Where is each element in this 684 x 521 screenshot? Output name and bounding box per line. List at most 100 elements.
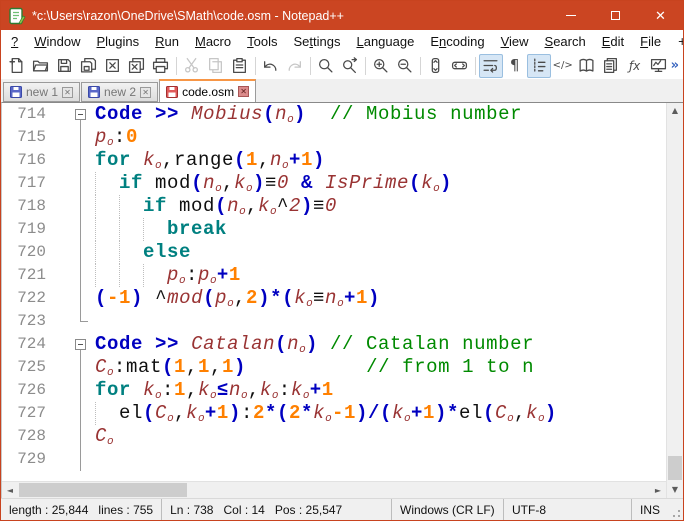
menu-item-tools[interactable]: Tools <box>239 32 285 51</box>
menu-item-window[interactable]: Window <box>26 32 88 51</box>
menu-item-file[interactable]: File <box>632 32 669 51</box>
scroll-right-arrow-icon[interactable]: ► <box>650 482 666 498</box>
find-button[interactable] <box>314 54 338 78</box>
line-number[interactable]: 718 <box>2 195 50 218</box>
line-number[interactable]: 726 <box>2 379 50 402</box>
indent-guide-line <box>95 218 96 241</box>
line-number[interactable]: 725 <box>2 356 50 379</box>
close-window-button[interactable]: ✕ <box>638 1 683 30</box>
line-number[interactable]: 729 <box>2 448 50 471</box>
zoom-in-button[interactable] <box>369 54 393 78</box>
user-language-button[interactable]: </> <box>551 54 575 78</box>
new-file-button[interactable] <box>5 54 29 78</box>
code-text[interactable]: for ko,range(1,no+1) <box>90 149 666 172</box>
code-text[interactable]: Co:mat(1,1,1) // from 1 to n <box>90 356 666 379</box>
status-encoding[interactable]: UTF-8 <box>503 499 631 520</box>
line-number[interactable]: 717 <box>2 172 50 195</box>
undo-button[interactable] <box>259 54 283 78</box>
doc-list-button[interactable] <box>599 54 623 78</box>
menu-item-language[interactable]: Language <box>348 32 422 51</box>
close-button[interactable] <box>101 54 125 78</box>
horizontal-scrollbar[interactable]: ◄ ► <box>2 481 666 498</box>
new-tab-button[interactable]: + <box>669 33 684 49</box>
line-number[interactable]: 722 <box>2 287 50 310</box>
show-all-chars-button[interactable]: ¶ <box>503 54 527 78</box>
scroll-down-arrow-icon[interactable]: ▼ <box>667 482 683 498</box>
tab-new-2[interactable]: new 2✕ <box>81 82 158 102</box>
code-text[interactable]: if mod(no,ko^2)≡0 <box>90 195 666 218</box>
doc-map-button[interactable] <box>575 54 599 78</box>
line-number[interactable]: 723 <box>2 310 50 333</box>
status-eol-format[interactable]: Windows (CR LF) <box>391 499 503 520</box>
code-text[interactable]: (-1) ^mod(po,2)*(ko≡no+1) <box>90 287 666 310</box>
code-text[interactable]: else <box>90 241 666 264</box>
menu-item-search[interactable]: Search <box>537 32 594 51</box>
fold-margin[interactable] <box>50 103 90 126</box>
fold-margin[interactable] <box>50 333 90 356</box>
maximize-button[interactable] <box>593 1 638 30</box>
line-number[interactable]: 728 <box>2 425 50 448</box>
code-text[interactable] <box>90 310 666 333</box>
code-text[interactable]: Co <box>90 425 666 448</box>
fold-collapse-icon[interactable] <box>75 109 86 120</box>
minimize-button[interactable] <box>548 1 593 30</box>
tab-new-1[interactable]: new 1✕ <box>3 82 80 102</box>
line-number[interactable]: 715 <box>2 126 50 149</box>
menu-item-view[interactable]: View <box>493 32 537 51</box>
vertical-scroll-thumb[interactable] <box>668 456 682 480</box>
code-editor[interactable]: 714 Code >> Mobius(no) // Mobius number 71… <box>1 102 683 498</box>
code-text[interactable]: Code >> Catalan(no) // Catalan number <box>90 333 666 356</box>
word-wrap-button[interactable] <box>479 54 503 78</box>
menu-item-settings[interactable]: Settings <box>285 32 348 51</box>
menu-item-run[interactable]: Run <box>147 32 187 51</box>
save-button[interactable] <box>53 54 77 78</box>
open-button[interactable] <box>29 54 53 78</box>
code-text[interactable]: el(Co,ko+1):2*(2*ko-1)/(ko+1)*el(Co,ko) <box>90 402 666 425</box>
menu-item-plugins[interactable]: Plugins <box>88 32 147 51</box>
function-list-button[interactable]: ƒx <box>623 54 647 78</box>
menu-item-macro[interactable]: Macro <box>187 32 239 51</box>
line-number[interactable]: 714 <box>2 103 50 126</box>
code-text[interactable]: Code >> Mobius(no) // Mobius number <box>90 103 666 126</box>
print-button[interactable] <box>149 54 173 78</box>
line-number[interactable]: 716 <box>2 149 50 172</box>
code-text[interactable]: for ko:1,ko≤no,ko:ko+1 <box>90 379 666 402</box>
monitoring-button[interactable] <box>647 54 671 78</box>
word-wrap-icon <box>482 57 499 74</box>
code-text[interactable]: po:po+1 <box>90 264 666 287</box>
sync-horizontal-button[interactable] <box>448 54 472 78</box>
paste-button[interactable] <box>228 54 252 78</box>
tab-close-icon[interactable]: ✕ <box>140 87 151 98</box>
code-text[interactable] <box>90 448 666 471</box>
indent-guide-line <box>95 402 96 425</box>
zoom-out-button[interactable] <box>393 54 417 78</box>
resize-grip[interactable] <box>669 499 683 520</box>
tab-close-icon[interactable]: ✕ <box>238 86 249 97</box>
line-number[interactable]: 727 <box>2 402 50 425</box>
code-text[interactable]: break <box>90 218 666 241</box>
sync-vertical-button[interactable] <box>424 54 448 78</box>
editor-text-area[interactable]: 714 Code >> Mobius(no) // Mobius number 71… <box>2 103 666 481</box>
line-number[interactable]: 720 <box>2 241 50 264</box>
scroll-up-arrow-icon[interactable]: ▲ <box>667 103 683 119</box>
line-number[interactable]: 724 <box>2 333 50 356</box>
menu-item-help[interactable]: ? <box>3 32 26 51</box>
save-all-button[interactable] <box>77 54 101 78</box>
vertical-scrollbar[interactable]: ▲ ▼ <box>666 103 683 498</box>
indent-guide-button[interactable] <box>527 54 551 78</box>
line-number[interactable]: 721 <box>2 264 50 287</box>
code-text[interactable]: if mod(no,ko)≡0 & IsPrime(ko) <box>90 172 666 195</box>
tab-close-icon[interactable]: ✕ <box>62 87 73 98</box>
menu-item-encoding[interactable]: Encoding <box>422 32 492 51</box>
toolbar-overflow-chevron-icon[interactable]: » <box>671 58 679 73</box>
horizontal-scroll-thumb[interactable] <box>19 483 187 497</box>
menu-item-edit[interactable]: Edit <box>594 32 632 51</box>
tab-code.osm[interactable]: code.osm✕ <box>159 79 256 102</box>
replace-button[interactable] <box>338 54 362 78</box>
code-text[interactable]: po:0 <box>90 126 666 149</box>
fold-collapse-icon[interactable] <box>75 339 86 350</box>
scroll-left-arrow-icon[interactable]: ◄ <box>2 482 18 498</box>
line-number[interactable]: 719 <box>2 218 50 241</box>
close-all-button[interactable] <box>125 54 149 78</box>
status-typing-mode[interactable]: INS <box>631 499 669 520</box>
